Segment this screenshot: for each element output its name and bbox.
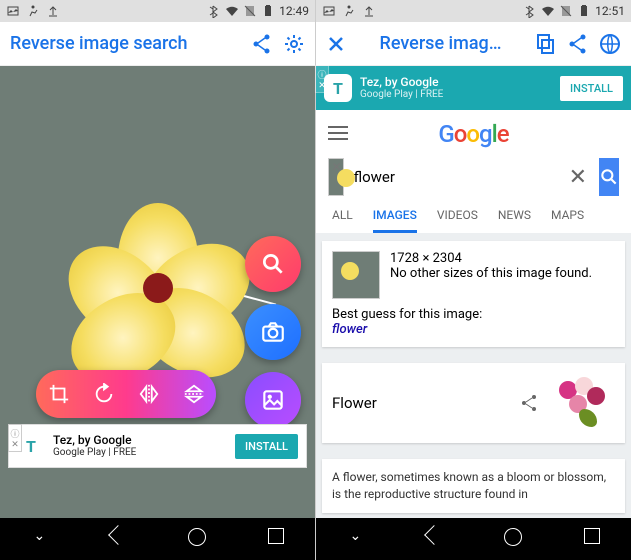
tab-news[interactable]: NEWS (498, 208, 531, 233)
tab-all[interactable]: ALL (332, 208, 353, 233)
wifi-icon (541, 4, 555, 18)
ad-text: Tez, by Google Google Play | FREE (53, 433, 227, 459)
gallery-fab[interactable] (245, 372, 301, 428)
nav-bar: ⌄ (0, 518, 315, 560)
flip-h-icon[interactable] (138, 383, 160, 405)
image-preview: ⓘ✕ T Tez, by Google Google Play | FREE I… (0, 66, 315, 518)
upload-icon (46, 4, 60, 18)
battery-icon (261, 4, 275, 18)
edit-toolbar (36, 370, 216, 418)
nav-home-button[interactable] (493, 528, 533, 550)
gear-icon[interactable] (283, 33, 305, 55)
app-bar: Reverse image search (0, 22, 315, 66)
bluetooth-icon (523, 4, 537, 18)
nav-expand-icon[interactable]: ⌄ (19, 528, 59, 550)
nav-recent-button[interactable] (572, 528, 612, 550)
status-bar: 12:51 (316, 0, 631, 22)
phone-right: 12:51 Reverse imag… ⓘ✕ T Tez, by Google … (316, 0, 631, 560)
search-tabs: ALL IMAGES VIDEOS NEWS MAPS (328, 200, 619, 233)
ad-install-button[interactable]: INSTALL (235, 434, 298, 459)
google-logo: Google (360, 120, 587, 148)
google-header: Google ✕ ✕ ALL IMAGES VIDEOS NEWS MAPS (316, 110, 631, 233)
result-card-match: 1728 × 2304 No other sizes of this image… (322, 241, 625, 347)
flower-image (68, 193, 248, 373)
app-bar: Reverse imag… (316, 22, 631, 66)
app-title: Reverse image search (10, 33, 241, 54)
thumb-remove-icon: ✕ (332, 160, 342, 174)
fab-column (245, 236, 301, 428)
rotate-icon[interactable] (93, 383, 115, 405)
app-title: Reverse imag… (356, 33, 525, 54)
upload-icon (362, 4, 376, 18)
share-icon[interactable] (251, 33, 273, 55)
status-bar: 12:49 (0, 0, 315, 22)
result-card-desc: A flower, sometimes known as a bloom or … (322, 459, 625, 513)
search-row: ✕ ✕ (328, 158, 619, 196)
globe-icon[interactable] (599, 33, 621, 55)
nav-home-button[interactable] (177, 528, 217, 550)
nav-back-button[interactable] (98, 528, 138, 550)
clear-icon[interactable]: ✕ (563, 165, 593, 190)
copy-icon[interactable] (535, 33, 557, 55)
ad-badge-icon[interactable]: ⓘ✕ (8, 424, 22, 452)
result-thumb[interactable] (332, 251, 380, 299)
nav-back-button[interactable] (414, 528, 454, 550)
kg-title: Flower (332, 394, 509, 412)
image-dimensions: 1728 × 2304 (390, 251, 592, 266)
ad-banner[interactable]: ⓘ✕ T Tez, by Google Google Play | FREE I… (316, 66, 631, 110)
share-icon[interactable] (519, 393, 539, 413)
flip-v-icon[interactable] (183, 383, 205, 405)
tab-images[interactable]: IMAGES (373, 208, 417, 233)
search-input[interactable] (350, 160, 557, 194)
no-sim-icon (559, 4, 573, 18)
share-icon[interactable] (567, 33, 589, 55)
best-guess-label: Best guess for this image: (332, 307, 482, 322)
image-icon (322, 4, 336, 18)
nav-recent-button[interactable] (256, 528, 296, 550)
clock: 12:51 (595, 4, 625, 18)
camera-fab[interactable] (245, 304, 301, 360)
hamburger-icon[interactable] (328, 126, 348, 142)
ad-install-button[interactable]: INSTALL (560, 76, 623, 101)
search-fab[interactable] (245, 236, 301, 292)
no-sim-icon (243, 4, 257, 18)
bouquet-image (549, 373, 615, 433)
desc-text: A flower, sometimes known as a bloom or … (332, 470, 606, 501)
bluetooth-icon (207, 4, 221, 18)
running-icon (26, 4, 40, 18)
search-button[interactable] (599, 158, 619, 196)
battery-icon (577, 4, 591, 18)
ad-banner[interactable]: ⓘ✕ T Tez, by Google Google Play | FREE I… (8, 424, 307, 468)
close-icon[interactable] (326, 34, 346, 54)
tab-maps[interactable]: MAPS (551, 208, 584, 233)
running-icon (342, 4, 356, 18)
tab-videos[interactable]: VIDEOS (437, 208, 478, 233)
image-icon (6, 4, 20, 18)
nav-expand-icon[interactable]: ⌄ (335, 528, 375, 550)
wifi-icon (225, 4, 239, 18)
phone-left: 12:49 Reverse image search ⓘ✕ T (0, 0, 315, 560)
ad-badge-icon[interactable]: ⓘ✕ (315, 65, 329, 93)
clock: 12:49 (279, 4, 309, 18)
nav-bar: ⌄ (316, 518, 631, 560)
ad-text: Tez, by Google Google Play | FREE (360, 75, 552, 101)
results-view: Google ✕ ✕ ALL IMAGES VIDEOS NEWS MAPS (316, 110, 631, 518)
query-thumb[interactable]: ✕ (328, 158, 344, 196)
no-sizes-msg: No other sizes of this image found. (390, 266, 592, 281)
result-card-kg[interactable]: Flower (322, 363, 625, 443)
crop-icon[interactable] (48, 383, 70, 405)
best-guess-link[interactable]: flower (332, 322, 367, 337)
